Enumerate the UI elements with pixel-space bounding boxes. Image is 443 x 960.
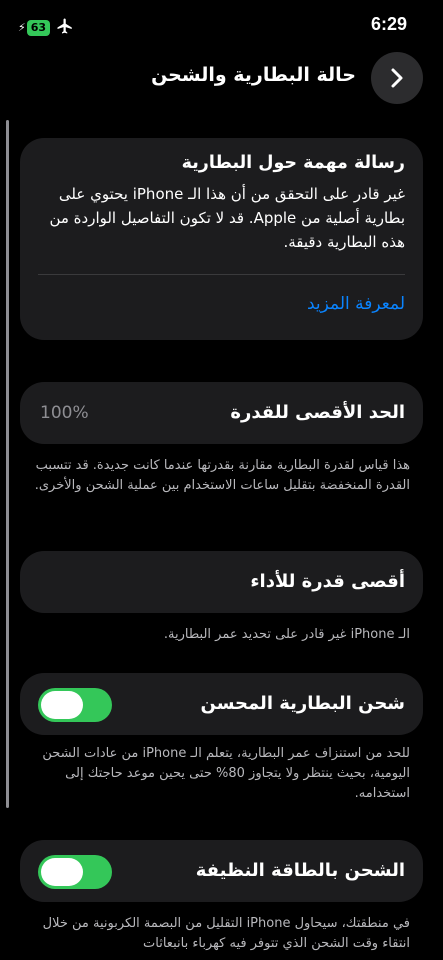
clock: 6:29 [370,14,407,34]
max-capacity-footnote: هذا قياس لقدرة البطارية مقارنة بقدرتها ع… [34,458,410,493]
clean-energy-label: الشحن بالطاقة النظيفة [195,860,405,881]
chevron-right-icon [391,68,403,88]
alert-body: غير قادر على التحقق من أن هذا الـ iPhone… [49,185,405,251]
optimized-charging-toggle[interactable] [38,688,112,722]
battery-level: 63 [26,20,51,36]
page-title: حالة البطارية والشحن [151,64,356,86]
optimized-charging-row: شحن البطارية المحسن [20,673,423,735]
scrollbar[interactable] [6,120,9,808]
max-capacity-row: الحد الأقصى للقدرة 100% [20,382,423,444]
optimized-charging-footnote: للحد من استنزاف عمر البطارية، يتعلم الـ … [42,746,410,801]
max-capacity-label: الحد الأقصى للقدرة [230,402,405,423]
clean-energy-toggle[interactable] [38,855,112,889]
charging-bolt-icon: ⚡ [18,21,26,34]
battery-alert-card: رسالة مهمة حول البطارية غير قادر على الت… [20,138,423,340]
back-button[interactable] [371,52,423,104]
battery-indicator: ⚡ 63 [18,20,51,36]
peak-performance-label: أقصى قدرة للأداء [250,571,405,592]
optimized-charging-label: شحن البطارية المحسن [200,693,406,714]
airplane-icon [57,18,72,34]
clean-energy-row: الشحن بالطاقة النظيفة [20,840,423,902]
learn-more-link[interactable]: لمعرفة المزيد [307,294,405,314]
toggle-knob [41,858,83,886]
clean-energy-footnote: في منطقتك، سيحاول iPhone التقليل من البص… [42,916,410,951]
alert-title: رسالة مهمة حول البطارية [181,153,405,173]
peak-performance-row: أقصى قدرة للأداء [20,551,423,613]
peak-performance-footnote: الـ iPhone غير قادر على تحديد عمر البطار… [163,627,410,642]
max-capacity-value: 100% [40,403,89,423]
divider [38,274,405,275]
status-bar: ⚡ 63 6:29 [0,0,443,56]
toggle-knob [41,691,83,719]
